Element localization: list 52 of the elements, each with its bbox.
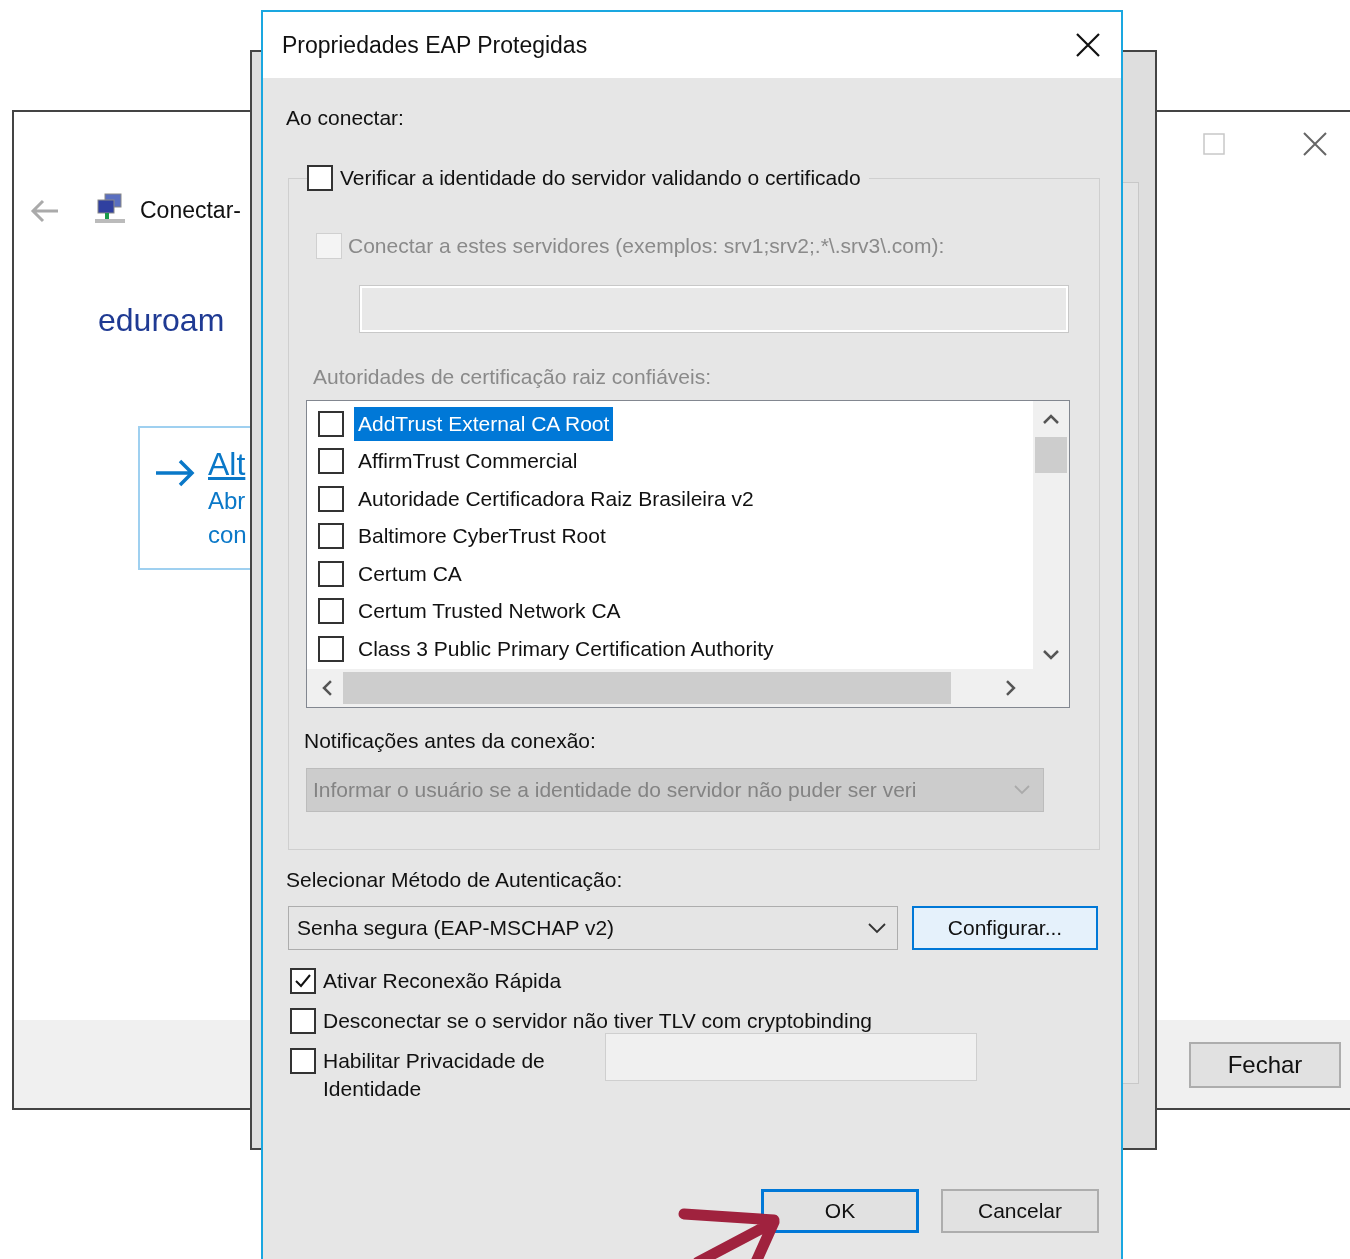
checkbox[interactable] — [318, 448, 344, 475]
list-item[interactable]: Class 3 Public Primary Certification Authority — [354, 631, 778, 666]
checkbox-label: Conectar a estes servidores (exemplos: srv1;srv2;.*\.srv3\.com): — [348, 233, 945, 259]
cancel-button[interactable]: Cancelar — [941, 1189, 1099, 1233]
field-label: Selecionar Método de Autenticação: — [286, 867, 623, 893]
section-label: Ao conectar: — [286, 105, 404, 131]
close-icon[interactable] — [1303, 132, 1327, 156]
checkbox[interactable] — [318, 598, 344, 625]
vertical-scrollbar[interactable] — [1033, 401, 1069, 669]
list-item[interactable]: Certum CA — [354, 556, 466, 591]
checkbox-label: Habilitar Privacidade de Identidade — [323, 1048, 546, 1102]
checkbox-label: Desconectar se o servidor não tiver TLV com cryptobinding — [323, 1008, 872, 1034]
checkbox[interactable] — [290, 1048, 316, 1074]
checkbox[interactable] — [290, 1008, 316, 1034]
list-item[interactable]: Certum Trusted Network CA — [354, 594, 625, 629]
list-label: Autoridades de certificação raiz confiáveis: — [313, 364, 712, 390]
chevron-down-icon[interactable] — [1042, 649, 1060, 661]
list-item[interactable]: AddTrust External CA Root — [354, 406, 614, 441]
chevron-right-icon[interactable] — [1005, 679, 1017, 697]
close-button[interactable]: Fechar — [1189, 1042, 1341, 1088]
list-item[interactable]: Autoridade Certificadora Raiz Brasileira v2 — [354, 481, 758, 516]
list-item[interactable]: Baltimore CyberTrust Root — [354, 519, 610, 554]
ok-button[interactable]: OK — [761, 1189, 919, 1233]
network-name: eduroam — [98, 301, 225, 340]
chevron-left-icon[interactable] — [321, 679, 333, 697]
chevron-down-icon — [1013, 784, 1031, 796]
checkbox[interactable] — [307, 165, 333, 191]
chevron-down-icon — [867, 922, 887, 934]
chevron-up-icon[interactable] — [1042, 413, 1060, 425]
identity-field[interactable] — [605, 1033, 977, 1081]
auth-method-dropdown[interactable]: Senha segura (EAP-MSCHAP v2) — [288, 906, 898, 950]
link-description: con — [208, 520, 247, 550]
checkbox[interactable] — [318, 523, 344, 550]
window-title: Propriedades EAP Protegidas — [282, 31, 588, 59]
page-heading: Conectar- — [140, 196, 241, 224]
scrollbar-thumb[interactable] — [342, 672, 952, 704]
link-title[interactable]: Alt — [208, 444, 247, 484]
arrow-icon — [154, 458, 196, 488]
field-label: Notificações antes da conexão: — [304, 728, 596, 754]
checkbox[interactable] — [318, 560, 344, 587]
checkbox-label: Ativar Reconexão Rápida — [323, 968, 562, 994]
checkbox[interactable] — [318, 410, 344, 437]
list-item[interactable]: AffirmTrust Commercial — [354, 444, 582, 479]
network-icon — [93, 192, 127, 226]
link-description: Abr — [208, 486, 247, 516]
horizontal-scrollbar[interactable] — [307, 669, 1069, 707]
scrollbar-thumb[interactable] — [1035, 437, 1067, 473]
checkbox-label: Verificar a identidade do servidor validando o certificado — [340, 165, 861, 191]
checkbox[interactable] — [318, 635, 344, 662]
configure-button[interactable]: Configurar... — [912, 906, 1098, 950]
checkbox[interactable] — [318, 485, 344, 512]
checkbox[interactable] — [290, 968, 316, 994]
